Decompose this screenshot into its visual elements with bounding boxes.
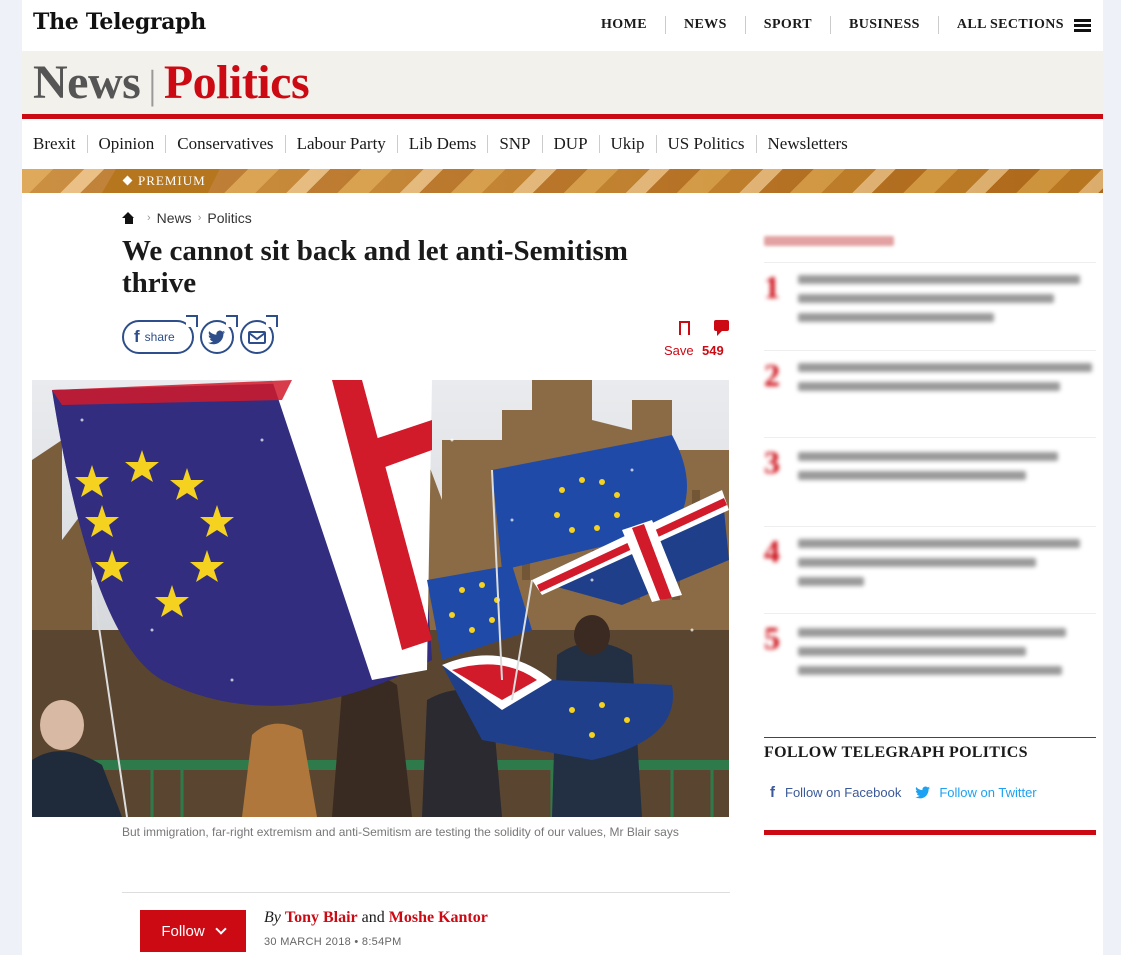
- article-headline: We cannot sit back and let anti-Semitism…: [122, 235, 628, 299]
- nav-business[interactable]: BUSINESS: [829, 16, 938, 34]
- byline-by: By: [264, 909, 281, 926]
- masthead: The Telegraph HOME NEWS SPORT BUSINESS A…: [22, 0, 1103, 51]
- section-name[interactable]: Politics: [164, 56, 310, 109]
- breadcrumb-separator: ›: [197, 212, 202, 224]
- email-share-button[interactable]: [240, 315, 278, 354]
- story-text-blur: [798, 628, 1066, 637]
- subnav-labour-party[interactable]: Labour Party: [284, 135, 397, 153]
- subnav-snp[interactable]: SNP: [487, 135, 541, 153]
- breadcrumb-news[interactable]: News: [157, 210, 192, 226]
- story-text-blur: [798, 382, 1060, 391]
- email-icon: [248, 330, 266, 344]
- subnav-conservatives[interactable]: Conservatives: [165, 135, 284, 153]
- premium-label: PREMIUM: [138, 173, 206, 188]
- politics-subnav: Brexit Opinion Conservatives Labour Part…: [22, 128, 1103, 160]
- follow-twitter-link[interactable]: Follow on Twitter: [915, 785, 1037, 800]
- telegraph-logo[interactable]: The Telegraph: [33, 9, 206, 35]
- follow-twitter-label: Follow on Twitter: [939, 785, 1037, 800]
- section-parent[interactable]: News: [33, 56, 141, 109]
- story-number: 5: [764, 620, 780, 656]
- facebook-share-button[interactable]: f share: [122, 315, 198, 354]
- story-text-blur: [798, 275, 1080, 284]
- photo-caption: But immigration, far-right extremism and…: [122, 825, 679, 839]
- subnav-opinion[interactable]: Opinion: [86, 135, 166, 153]
- premium-diamond-icon: [123, 176, 133, 186]
- byline: By Tony Blair and Moshe Kantor: [264, 909, 488, 927]
- nav-home[interactable]: HOME: [583, 16, 665, 34]
- page: The Telegraph HOME NEWS SPORT BUSINESS A…: [22, 0, 1103, 955]
- story-text-blur: [798, 294, 1054, 303]
- premium-tag: PREMIUM: [102, 169, 220, 193]
- nav-news[interactable]: NEWS: [664, 16, 745, 34]
- publish-date: 30 MARCH 2018 • 8:54PM: [264, 936, 402, 948]
- menu-icon[interactable]: [1074, 18, 1091, 32]
- twitter-icon: [915, 786, 931, 799]
- more-story-item[interactable]: 1: [764, 262, 1096, 348]
- lead-photo: [32, 380, 729, 817]
- share-arrow-icon: [266, 315, 278, 327]
- subnav-lib-dems[interactable]: Lib Dems: [396, 135, 488, 153]
- byline-and: and: [361, 909, 385, 926]
- share-label: share: [144, 330, 175, 344]
- story-number: 3: [764, 444, 780, 480]
- more-story-item[interactable]: 2: [764, 350, 1096, 436]
- section-title: News | Politics: [33, 53, 310, 115]
- subnav-newsletters[interactable]: Newsletters: [755, 135, 859, 153]
- twitter-share-button[interactable]: [200, 315, 238, 354]
- more-story-item[interactable]: 3: [764, 437, 1096, 523]
- story-number: 1: [764, 269, 780, 305]
- story-text-blur: [798, 471, 1026, 480]
- story-text-blur: [798, 577, 864, 586]
- follow-label: Follow: [161, 922, 205, 940]
- home-icon[interactable]: [122, 212, 135, 224]
- twitter-icon: [208, 330, 225, 344]
- section-header: News | Politics: [22, 51, 1103, 114]
- more-story-item[interactable]: 5: [764, 613, 1096, 699]
- chevron-down-icon: [215, 923, 227, 935]
- subnav-dup[interactable]: DUP: [541, 135, 599, 153]
- save-button[interactable]: Save: [664, 343, 694, 358]
- story-text-blur: [798, 363, 1092, 372]
- breadcrumb-politics[interactable]: Politics: [207, 210, 251, 226]
- facebook-icon: f: [770, 784, 775, 801]
- share-bar: f share: [122, 315, 278, 354]
- follow-politics-heading: FOLLOW TELEGRAPH POLITICS: [764, 737, 1096, 762]
- story-text-blur: [798, 313, 994, 322]
- follow-facebook-link[interactable]: f Follow on Facebook: [770, 784, 901, 801]
- section-rule: [22, 114, 1103, 119]
- subnav-us-politics[interactable]: US Politics: [655, 135, 756, 153]
- more-stories-heading: [764, 236, 894, 246]
- story-text-blur: [798, 539, 1080, 548]
- subnav-brexit[interactable]: Brexit: [22, 135, 87, 153]
- follow-facebook-label: Follow on Facebook: [785, 785, 902, 800]
- story-number: 4: [764, 533, 780, 569]
- story-text-blur: [798, 452, 1058, 461]
- protest-flags-image: [32, 380, 729, 817]
- share-arrow-icon: [226, 315, 238, 327]
- breadcrumb: › News › Politics: [122, 210, 252, 226]
- comment-count[interactable]: 549: [702, 343, 724, 358]
- social-follow-links: f Follow on Facebook Follow on Twitter: [770, 784, 1037, 801]
- follow-author-button[interactable]: Follow: [140, 910, 246, 952]
- facebook-icon: f: [134, 327, 140, 346]
- story-number: 2: [764, 357, 780, 393]
- subnav-ukip[interactable]: Ukip: [598, 135, 656, 153]
- top-nav: HOME NEWS SPORT BUSINESS ALL SECTIONS: [583, 16, 1091, 34]
- author-link[interactable]: Moshe Kantor: [389, 909, 488, 926]
- story-text-blur: [798, 647, 1026, 656]
- story-text-blur: [798, 558, 1036, 567]
- story-text-blur: [798, 666, 1062, 675]
- comment-icon[interactable]: [714, 320, 729, 336]
- premium-banner: PREMIUM: [22, 169, 1103, 193]
- breadcrumb-separator: ›: [147, 212, 151, 224]
- section-divider: |: [148, 62, 156, 107]
- author-link[interactable]: Tony Blair: [285, 909, 358, 926]
- share-arrow-icon: [186, 315, 198, 327]
- bookmark-icon[interactable]: [679, 321, 690, 335]
- nav-sport[interactable]: SPORT: [744, 16, 830, 34]
- byline-divider: [122, 892, 730, 893]
- sidebar-rule: [764, 830, 1096, 835]
- more-story-item[interactable]: 4: [764, 526, 1096, 612]
- nav-all-sections[interactable]: ALL SECTIONS: [937, 16, 1082, 34]
